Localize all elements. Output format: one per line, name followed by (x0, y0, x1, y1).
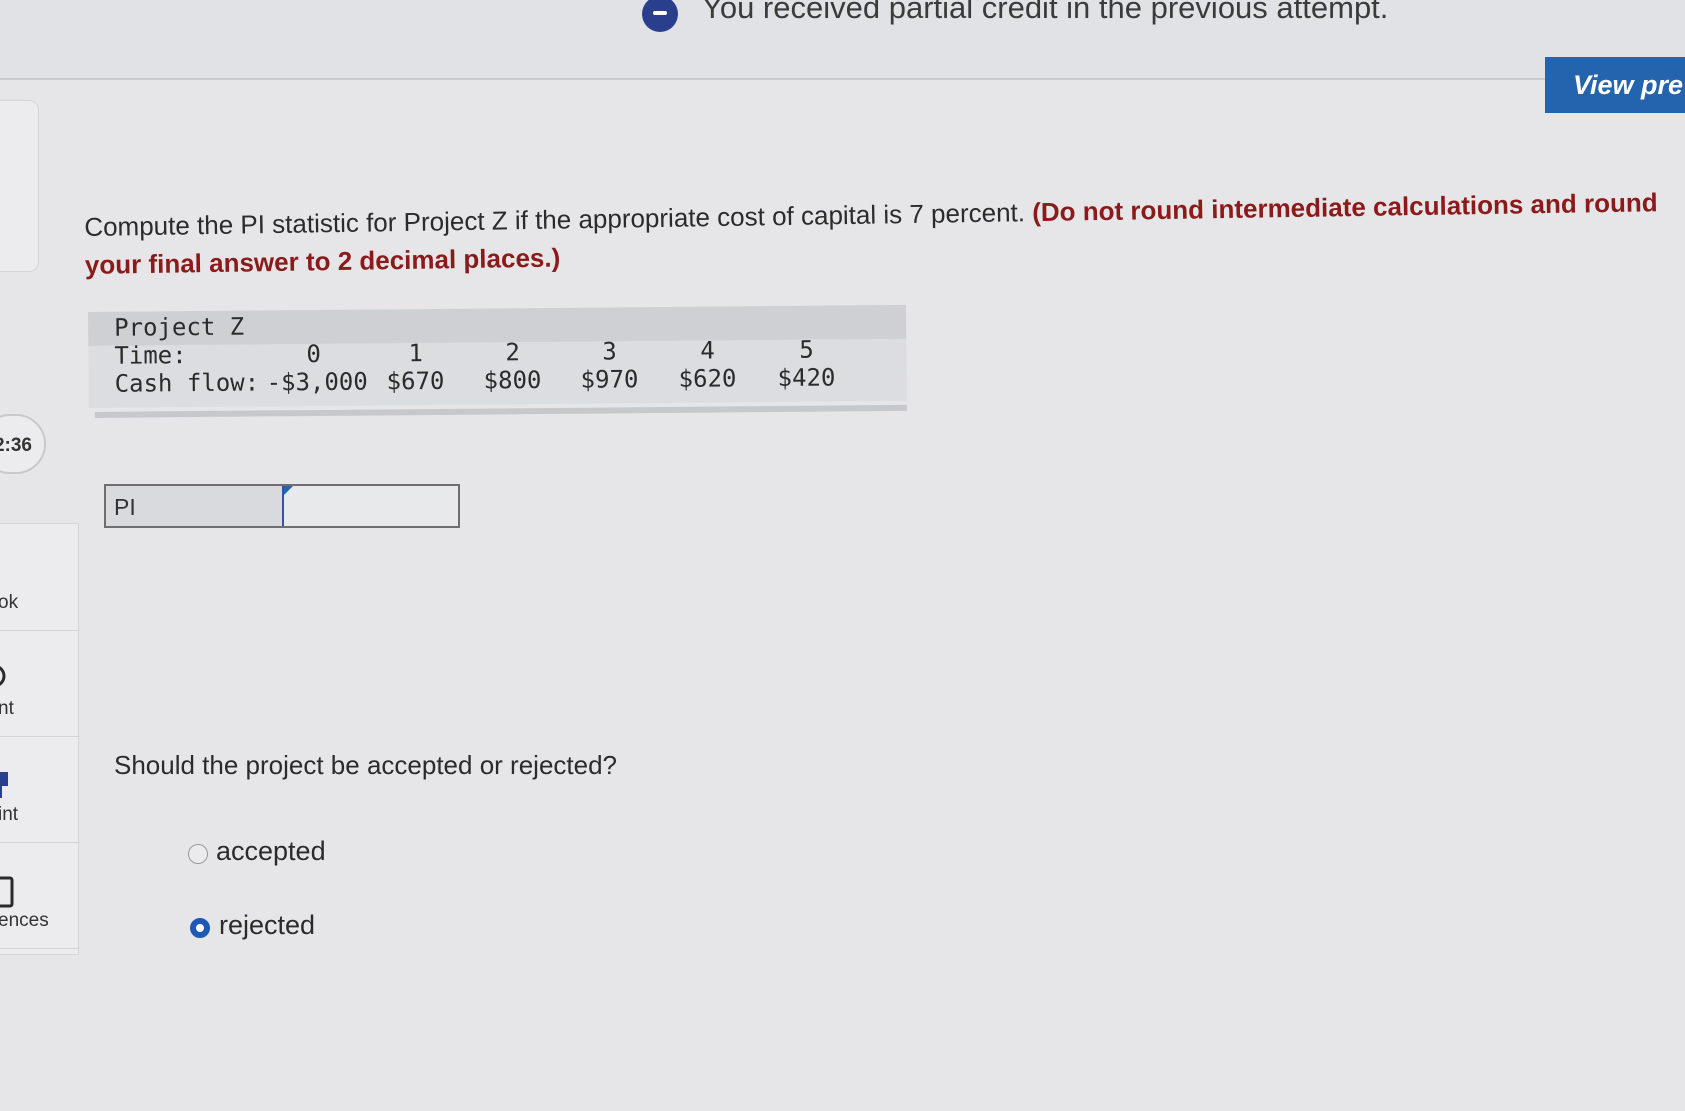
side-item-label: int (0, 804, 19, 825)
partial-credit-message: You received partial credit in the previ… (702, 0, 1389, 25)
time-cell: 3 (602, 337, 617, 366)
cash-row-label: Cash flow: (114, 368, 260, 398)
references-icon (0, 876, 14, 908)
side-item-hint[interactable]: int (0, 736, 78, 843)
side-item-ebook[interactable]: ok (0, 524, 78, 631)
time-cell: 1 (408, 339, 423, 368)
cash-flow-cell: $420 (777, 363, 836, 392)
accepted-radio[interactable] (188, 844, 208, 864)
pi-label: PI (114, 494, 136, 520)
question-text: Compute the PI statistic for Project Z i… (84, 183, 1685, 284)
side-item-label: ences (0, 910, 49, 931)
time-cell: 2 (505, 338, 520, 367)
decision-question: Should the project be accepted or reject… (114, 750, 618, 780)
side-item-print[interactable]: nt (0, 630, 78, 737)
hint-icon (0, 772, 8, 798)
cash-flow-cell: $800 (483, 366, 542, 395)
side-item-label: ok (0, 592, 19, 613)
project-cash-flow-table: Project Z Time: 0 1 2 3 4 5 Cash flow: -… (88, 304, 907, 418)
view-previous-button[interactable]: View pre (1545, 57, 1685, 113)
banner-strip: You received partial credit in the previ… (0, 0, 1685, 80)
table-title: Project Z (114, 312, 245, 342)
rejected-radio[interactable] (190, 918, 210, 938)
timer-badge[interactable]: 2:36 (0, 414, 46, 474)
time-cell: 0 (306, 339, 321, 369)
accepted-option-label[interactable]: accepted (216, 836, 326, 867)
cash-flow-cell: $970 (580, 365, 639, 394)
pi-answer-row: PI (104, 484, 460, 528)
time-cell: 5 (799, 335, 814, 364)
minus-circle-icon (642, 0, 678, 32)
side-item-label: nt (0, 698, 14, 719)
cash-flow-cell: $620 (678, 364, 737, 393)
pi-input[interactable] (282, 486, 458, 526)
question-prompt: Compute the PI statistic for Project Z i… (84, 197, 1033, 242)
side-menu: ok nt int ences (0, 523, 79, 955)
rejected-option-label[interactable]: rejected (219, 910, 315, 941)
time-cell: 4 (700, 336, 715, 365)
time-row-label: Time: (114, 341, 187, 370)
side-item-references[interactable]: ences (0, 842, 78, 949)
left-rail-panel (0, 100, 39, 272)
cash-flow-cell: $670 (386, 366, 445, 396)
print-icon (0, 666, 6, 686)
cash-flow-cell: -$3,000 (266, 367, 368, 397)
